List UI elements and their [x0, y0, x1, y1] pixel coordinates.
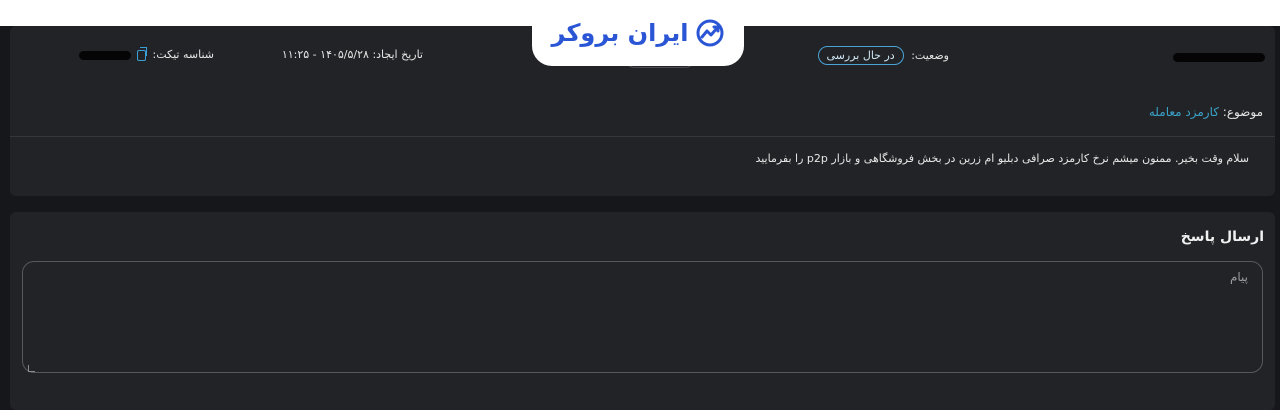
ticket-subject: موضوع: کارمزد معامله — [1149, 105, 1263, 119]
brand-logo[interactable]: ایران بروکر — [532, 0, 744, 66]
subject-value: کارمزد معامله — [1148, 105, 1219, 119]
status-label: وضعیت: — [911, 49, 949, 62]
ticket-id-masked — [78, 50, 131, 60]
user-name-masked — [1173, 50, 1265, 63]
created-value: ۱۴۰۵/۵/۲۸ - ۱۱:۲۵ — [281, 48, 369, 61]
reply-title: ارسال پاسخ — [1180, 229, 1264, 245]
ticket-id: شناسه تیکت: — [78, 46, 214, 61]
chart-trend-logo-icon — [696, 19, 723, 47]
reply-message-input[interactable] — [22, 261, 1263, 373]
reply-card: ارسال پاسخ — [10, 212, 1275, 410]
ticket-message: سلام وقت بخیر. ممنون میشم نرخ کارمزد صرا… — [755, 152, 1249, 165]
copy-icon[interactable] — [137, 46, 148, 61]
resize-handle-icon[interactable] — [28, 365, 35, 372]
created-label: تاریخ ایجاد: — [372, 48, 423, 61]
ticket-status: وضعیت: در حال بررسی — [817, 46, 949, 65]
redacted-block — [1173, 52, 1265, 62]
divider — [10, 136, 1275, 137]
brand-name: ایران بروکر — [551, 19, 689, 47]
status-badge: در حال بررسی — [817, 46, 904, 65]
ticket-id-label: شناسه تیکت: — [152, 48, 214, 61]
ticket-created: تاریخ ایجاد: ۱۴۰۵/۵/۲۸ - ۱۱:۲۵ — [282, 48, 423, 61]
subject-label: موضوع: — [1222, 105, 1263, 119]
